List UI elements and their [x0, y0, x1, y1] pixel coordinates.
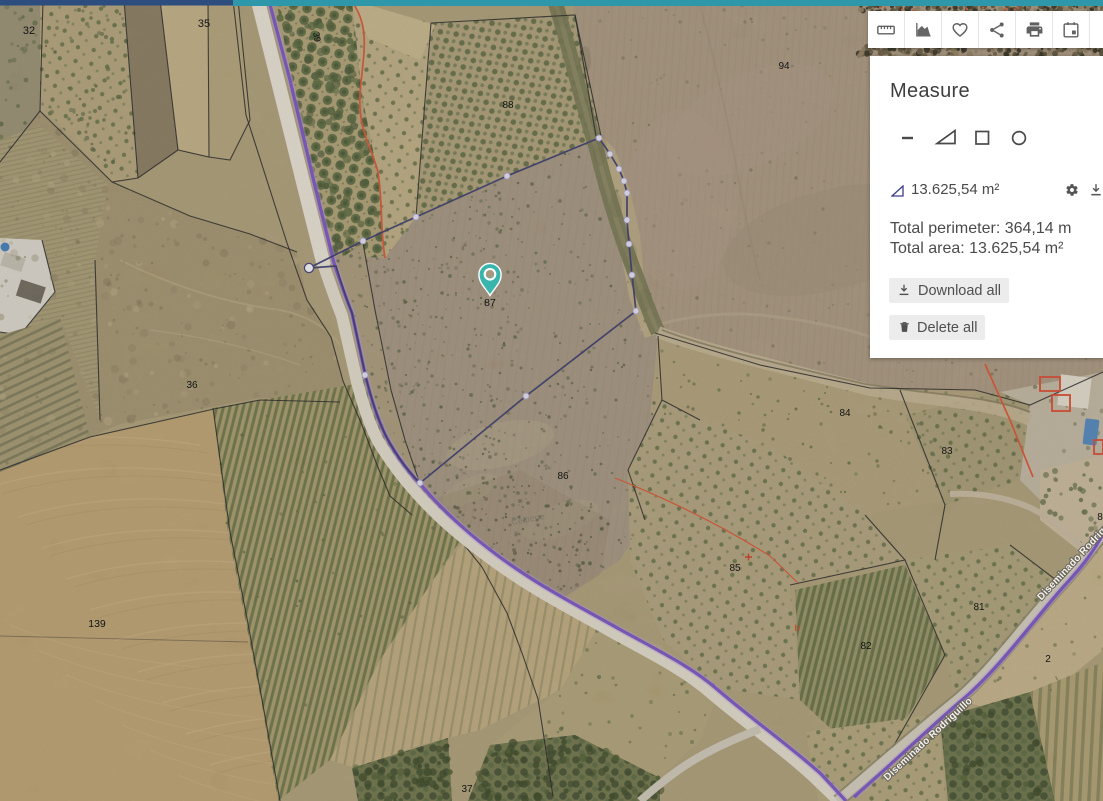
svg-text:36: 36	[186, 380, 198, 391]
svg-text:35: 35	[198, 18, 210, 30]
svg-text:82: 82	[860, 641, 872, 652]
svg-text:2: 2	[1045, 654, 1051, 665]
svg-text:81: 81	[973, 602, 985, 613]
svg-text:39: 39	[311, 31, 323, 43]
svg-text:8: 8	[1097, 512, 1103, 523]
svg-text:139: 139	[88, 618, 106, 630]
svg-text:32: 32	[23, 25, 35, 37]
svg-text:86: 86	[557, 471, 569, 482]
svg-text:84: 84	[839, 408, 851, 419]
svg-text:85: 85	[729, 563, 741, 574]
svg-text:37: 37	[461, 784, 473, 795]
svg-text:87: 87	[484, 297, 496, 309]
svg-text:88: 88	[502, 100, 514, 111]
svg-text:94: 94	[778, 61, 790, 72]
svg-text:83: 83	[941, 446, 953, 457]
svg-text:b: b	[794, 623, 799, 633]
